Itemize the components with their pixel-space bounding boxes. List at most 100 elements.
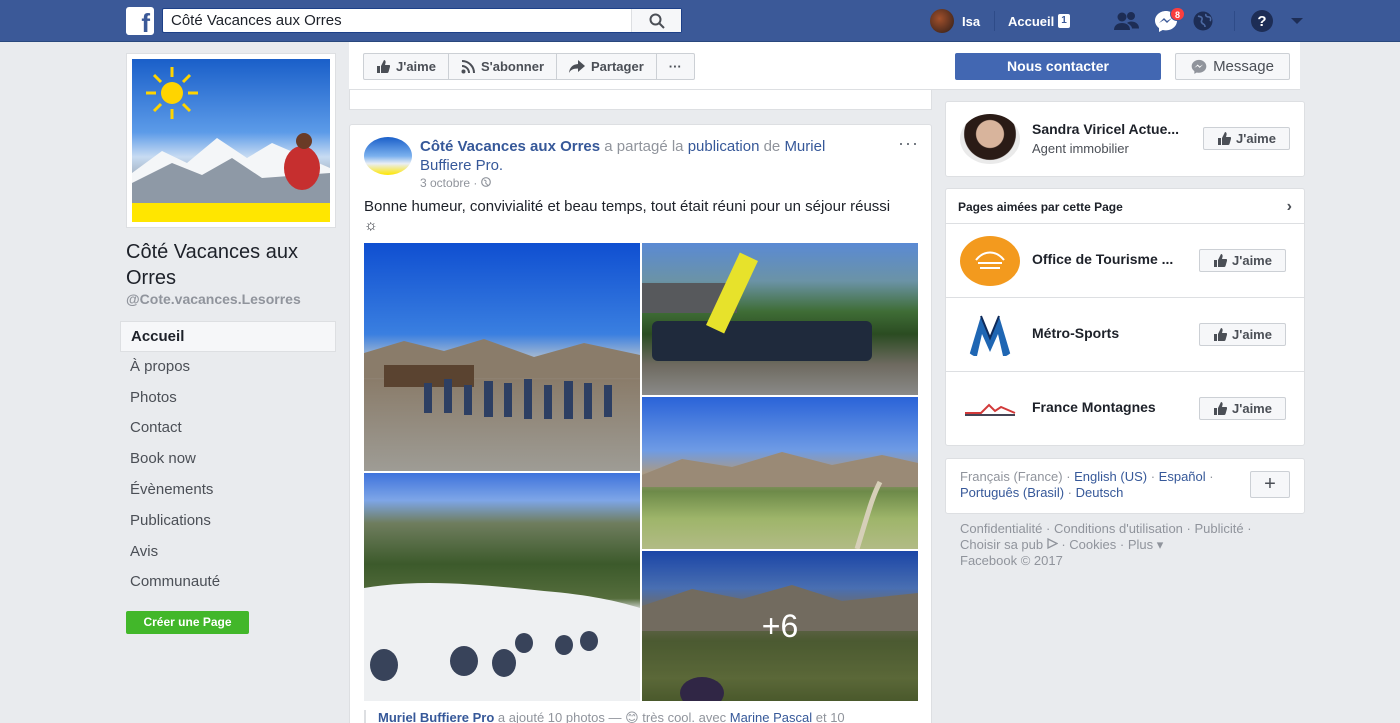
post-options-button[interactable]: ···: [898, 133, 919, 154]
nav-item-avis[interactable]: Avis: [120, 537, 336, 568]
liked-page-like-button[interactable]: J'aime: [1199, 249, 1286, 272]
footer-link[interactable]: Cookies: [1069, 537, 1116, 552]
thumbs-up-icon: [1214, 254, 1228, 267]
chevron-down-icon: [1291, 18, 1303, 24]
nav-item-evenements[interactable]: Évènements: [120, 475, 336, 506]
action-group: J'aime S'abonner Partager ···: [363, 53, 695, 80]
liked-page-name-link[interactable]: Métro-Sports: [1032, 325, 1197, 341]
nav-item-publications[interactable]: Publications: [120, 506, 336, 537]
language-link[interactable]: Español: [1159, 469, 1206, 484]
page-avatar[interactable]: [960, 310, 1020, 360]
tourism-logo-icon: [975, 251, 1005, 269]
liked-page-like-button[interactable]: J'aime: [1199, 323, 1286, 346]
post-author-link[interactable]: Côté Vacances aux Orres: [420, 138, 600, 155]
footer-link[interactable]: Conditions d'utilisation: [1054, 521, 1183, 536]
profile-link[interactable]: Isa: [930, 0, 980, 42]
post-photo-1[interactable]: [364, 243, 640, 471]
profile-picture[interactable]: [126, 53, 336, 228]
footer-link[interactable]: Plus: [1128, 537, 1153, 552]
attribution-author-link[interactable]: Muriel Buffiere Pro: [378, 710, 494, 723]
post-timestamp[interactable]: 3 octobre ·: [420, 176, 491, 190]
post-author-avatar[interactable]: [364, 137, 412, 175]
footer-link[interactable]: Publicité: [1194, 521, 1243, 536]
message-button[interactable]: Message: [1175, 53, 1290, 80]
avatar: [930, 9, 954, 33]
nav-item-accueil[interactable]: Accueil: [120, 321, 336, 352]
liked-page-name-link[interactable]: France Montagnes: [1032, 399, 1197, 415]
messenger-icon: [1191, 59, 1207, 74]
share-button[interactable]: Partager: [557, 54, 657, 79]
like-label: J'aime: [1236, 131, 1276, 146]
more-actions-button[interactable]: ···: [657, 54, 694, 79]
language-link[interactable]: Deutsch: [1076, 485, 1124, 500]
notifications-button[interactable]: [1192, 0, 1214, 42]
divider: [1234, 11, 1235, 31]
crowd-shape: [364, 339, 640, 419]
nav-item-book-now[interactable]: Book now: [120, 444, 336, 475]
plus-icon: +: [1264, 473, 1276, 495]
like-page-button[interactable]: J'aime: [364, 54, 449, 79]
footer-link[interactable]: Confidentialité: [960, 521, 1042, 536]
page-avatar[interactable]: [960, 384, 1020, 434]
nav-item-photos[interactable]: Photos: [120, 383, 336, 414]
nav-item-contact[interactable]: Contact: [120, 413, 336, 444]
search-icon: [649, 13, 665, 29]
like-label: J'aime: [1232, 401, 1272, 416]
home-count-badge: 1: [1058, 14, 1070, 28]
liked-page-name-link[interactable]: Office de Tourisme ...: [1032, 251, 1197, 267]
list-item: Office de Tourisme ... J'aime: [946, 224, 1304, 298]
list-item: France Montagnes J'aime: [946, 372, 1304, 446]
liked-pages-header[interactable]: Pages aimées par cette Page ›: [946, 189, 1304, 224]
language-list: Français (France) · English (US) · Españ…: [960, 469, 1214, 500]
language-link[interactable]: Português (Brasil): [960, 485, 1064, 500]
liked-pages-title: Pages aimées par cette Page: [958, 200, 1123, 214]
post-shared-text: a partagé la: [604, 138, 684, 155]
post-publication-link[interactable]: publication: [688, 138, 760, 155]
create-page-button[interactable]: Créer une Page: [126, 611, 249, 634]
like-label: J'aime: [396, 59, 436, 74]
messages-badge: 8: [1170, 7, 1186, 21]
chevron-down-icon: ▾: [1156, 537, 1164, 552]
help-icon: ?: [1251, 10, 1273, 32]
facebook-logo[interactable]: f: [126, 7, 154, 35]
add-language-button[interactable]: +: [1250, 471, 1290, 498]
person-avatar[interactable]: [960, 114, 1020, 164]
nav-item-communaute[interactable]: Communauté: [120, 567, 336, 598]
contact-us-button[interactable]: Nous contacter: [955, 53, 1161, 80]
person-name-link[interactable]: Sandra Viricel Actue...: [1032, 121, 1197, 137]
more-photos-overlay[interactable]: +6: [642, 551, 918, 701]
account-menu-button[interactable]: [1290, 0, 1304, 42]
feed-post: Côté Vacances aux Orres a partagé la pub…: [349, 124, 932, 723]
footer-link[interactable]: Choisir sa pub: [960, 537, 1043, 552]
post-photo-4[interactable]: [364, 473, 640, 701]
page-handle[interactable]: @Cote.vacances.Lesorres: [126, 291, 301, 307]
liked-page-like-button[interactable]: J'aime: [1199, 397, 1286, 420]
language-current: Français (France): [960, 469, 1063, 484]
copyright: Facebook © 2017: [960, 553, 1063, 568]
language-link[interactable]: English (US): [1074, 469, 1147, 484]
post-composer-bottom: [349, 90, 932, 110]
post-photo-3[interactable]: [642, 397, 918, 549]
thumbs-up-icon: [1214, 328, 1228, 341]
chevron-right-icon: ›: [1286, 198, 1292, 215]
thumbs-up-icon: [1214, 402, 1228, 415]
attribution-tag-link[interactable]: Marine Pascal: [730, 710, 812, 723]
page-nav: Accueil À propos Photos Contact Book now…: [120, 321, 336, 598]
page-avatar[interactable]: [960, 236, 1020, 286]
search-button[interactable]: [631, 9, 681, 32]
friends-icon: [1114, 12, 1139, 30]
home-link[interactable]: Accueil 1: [1008, 0, 1070, 42]
post-photo-5[interactable]: +6: [642, 551, 918, 701]
post-photo-2[interactable]: [642, 243, 918, 395]
post-text: Bonne humeur, convivialité et beau temps…: [364, 198, 891, 234]
friend-requests-button[interactable]: [1112, 0, 1140, 42]
search-input[interactable]: [163, 9, 633, 32]
user-name: Isa: [962, 13, 981, 29]
nav-item-a-propos[interactable]: À propos: [120, 352, 336, 383]
rss-icon: [461, 59, 475, 73]
svg-text:?: ?: [1257, 13, 1266, 30]
post-from-text: de: [763, 138, 781, 155]
subscribe-button[interactable]: S'abonner: [449, 54, 557, 79]
help-button[interactable]: ?: [1250, 0, 1274, 42]
person-like-button[interactable]: J'aime: [1203, 127, 1290, 150]
